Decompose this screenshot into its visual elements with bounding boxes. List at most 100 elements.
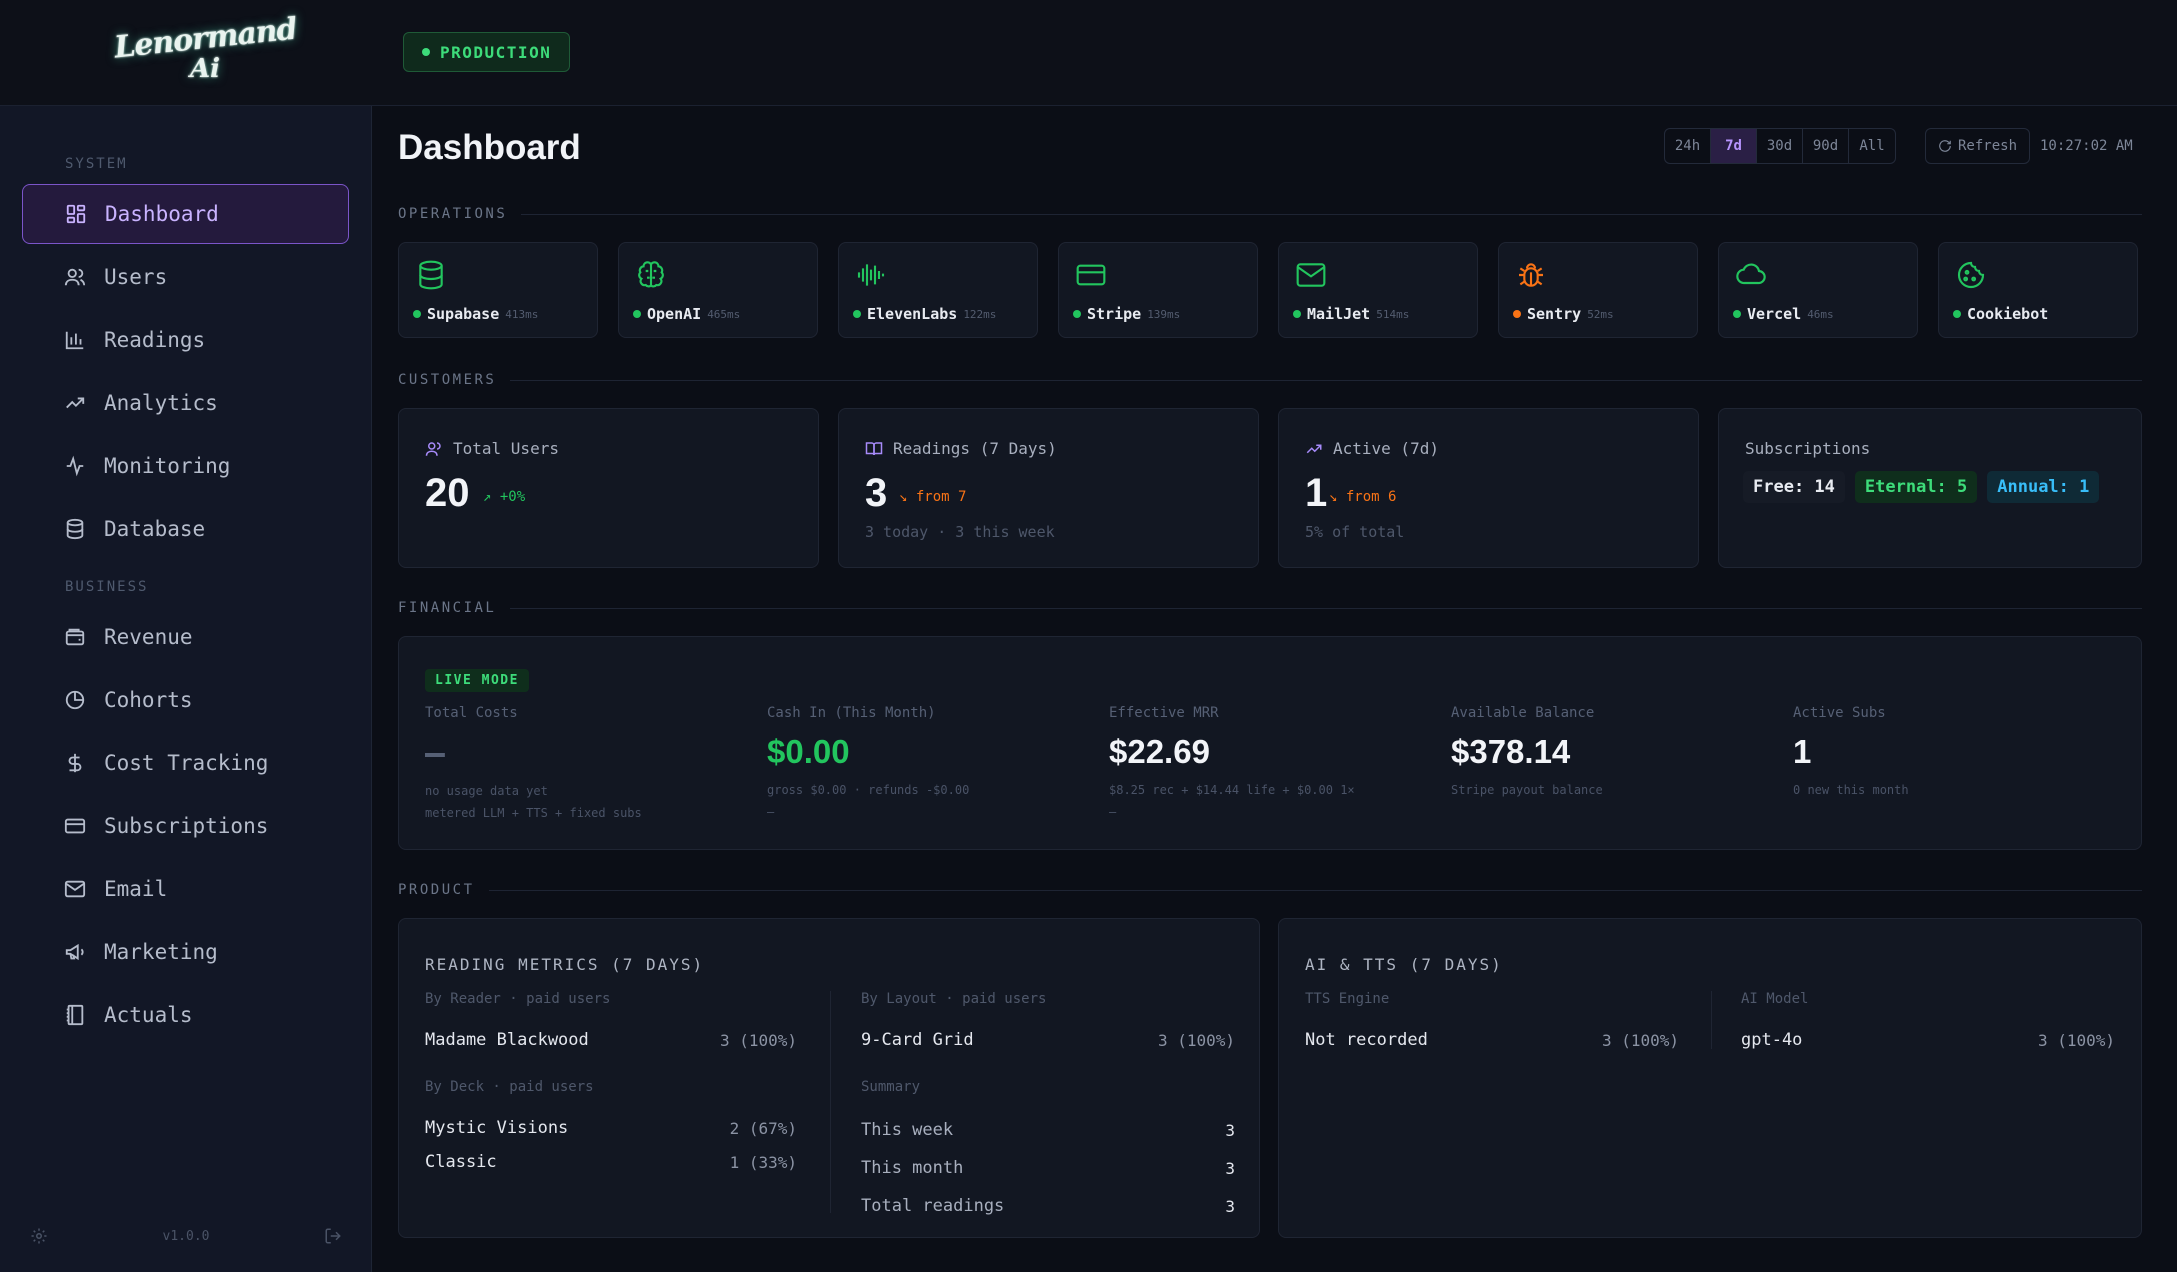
status-dot (1073, 310, 1081, 318)
grid-icon (66, 204, 86, 224)
list-item: Mystic Visions 2 (67%) (425, 1118, 797, 1138)
section-financial: FINANCIAL (398, 600, 2142, 616)
service-card-stripe[interactable]: Stripe 139ms (1058, 242, 1258, 338)
status-dot (1293, 310, 1301, 318)
clock: 10:27:02 AM (2040, 138, 2133, 154)
brand-logo[interactable]: Lenormand Ai (112, 12, 297, 94)
active-delta: ↘ from 6 (1329, 489, 1397, 505)
top-bar: Lenormand Ai PRODUCTION (0, 0, 2177, 106)
by-layout-column: By Layout · paid users 9-Card Grid 3 (100… (861, 991, 1235, 1225)
column-divider (830, 991, 831, 1213)
logout-icon[interactable] (324, 1227, 342, 1245)
sidebar-item-subscriptions[interactable]: Subscriptions (22, 796, 349, 856)
service-card-vercel[interactable]: Vercel 46ms (1718, 242, 1918, 338)
sidebar-item-cost-tracking[interactable]: Cost Tracking (22, 733, 349, 793)
pie-chart-icon (65, 690, 85, 710)
sidebar-item-analytics[interactable]: Analytics (22, 373, 349, 433)
mail-icon (64, 880, 86, 898)
service-card-elevenlabs[interactable]: ElevenLabs 122ms (838, 242, 1038, 338)
column-divider (1711, 991, 1712, 1049)
list-item: Classic 1 (33%) (425, 1152, 797, 1172)
sidebar-item-users[interactable]: Users (22, 247, 349, 307)
credit-card-icon (64, 818, 86, 834)
total-users-value: 20 (425, 471, 470, 515)
sidebar-footer: v1.0.0 (0, 1200, 372, 1272)
sidebar-item-monitoring[interactable]: Monitoring (22, 436, 349, 496)
sidebar-item-readings[interactable]: Readings (22, 310, 349, 370)
users-icon (64, 268, 86, 286)
range-24h[interactable]: 24h (1665, 129, 1711, 163)
active-value: 1 (1305, 471, 1328, 515)
book-open-icon (865, 441, 883, 455)
readings-value: 3 (865, 471, 888, 515)
service-card-supabase[interactable]: Supabase 413ms (398, 242, 598, 338)
wallet-icon (65, 628, 85, 646)
by-reader-column: By Reader · paid users Madame Blackwood 3… (425, 991, 797, 1179)
service-card-mailjet[interactable]: MailJet 514ms (1278, 242, 1478, 338)
cloud-icon (1736, 263, 1766, 285)
status-dot (1733, 310, 1741, 318)
sidebar-item-dashboard[interactable]: Dashboard (22, 184, 349, 244)
trending-up-icon (66, 397, 85, 409)
dollar-icon (68, 753, 82, 773)
live-mode-badge: LIVE MODE (425, 669, 529, 692)
activity-icon (66, 455, 84, 477)
fin-effective-mrr: Effective MRR $22.69 $8.25 rec + $14.44 … (1109, 705, 1355, 819)
database-icon (419, 260, 443, 290)
active-sub: 5% of total (1305, 523, 1405, 541)
page-title: Dashboard (398, 128, 581, 167)
sidebar-section-system: SYSTEM (65, 156, 128, 172)
service-card-openai[interactable]: OpenAI 465ms (618, 242, 818, 338)
free-count-badge: Free: 14 (1743, 471, 1845, 503)
trending-up-icon (1306, 444, 1322, 453)
sidebar-item-marketing[interactable]: Marketing (22, 922, 349, 982)
tts-engine-column: TTS Engine Not recorded 3 (100%) (1305, 991, 1679, 1057)
card-active: Active (7d) 1 ↘ from 6 5% of total (1278, 408, 1699, 568)
fin-available-balance: Available Balance $378.14 Stripe payout … (1451, 705, 1603, 797)
status-dot (633, 310, 641, 318)
card-subscriptions: Subscriptions Free: 14 Eternal: 5 Annual… (1718, 408, 2142, 568)
service-card-sentry[interactable]: Sentry 52ms (1498, 242, 1698, 338)
bar-chart-icon (65, 331, 84, 350)
credit-card-icon (1076, 264, 1106, 286)
refresh-button[interactable]: Refresh (1925, 128, 2031, 164)
sidebar-section-business: BUSINESS (65, 579, 149, 595)
cookie-icon (1957, 261, 1985, 289)
sidebar-item-actuals[interactable]: Actuals (22, 985, 349, 1045)
range-90d[interactable]: 90d (1803, 129, 1849, 163)
sidebar-item-email[interactable]: Email (22, 859, 349, 919)
section-customers: CUSTOMERS (398, 372, 2142, 388)
gear-icon[interactable] (30, 1227, 48, 1245)
card-ai-tts: AI & TTS (7 DAYS) TTS Engine Not recorde… (1278, 918, 2142, 1238)
section-operations: OPERATIONS (398, 206, 2142, 222)
database-icon (66, 518, 84, 540)
status-dot (853, 310, 861, 318)
refresh-icon (1939, 140, 1951, 152)
status-dot (1513, 310, 1521, 318)
environment-badge: PRODUCTION (403, 32, 571, 72)
annual-count-badge: Annual: 1 (1987, 471, 2100, 503)
card-reading-metrics: READING METRICS (7 DAYS) By Reader · pai… (398, 918, 1260, 1238)
status-dot (422, 48, 430, 56)
sidebar-item-revenue[interactable]: Revenue (22, 607, 349, 667)
list-item: gpt-4o 3 (100%) (1741, 1030, 2115, 1050)
fin-cash-in: Cash In (This Month) $0.00 gross $0.00 ·… (767, 705, 970, 819)
readings-delta: ↘ from 7 (899, 489, 967, 505)
list-item: This month 3 (861, 1158, 1235, 1178)
sidebar-item-database[interactable]: Database (22, 499, 349, 559)
mail-icon (1296, 263, 1326, 287)
range-all[interactable]: All (1849, 129, 1895, 163)
range-7d[interactable]: 7d (1711, 129, 1757, 163)
bug-icon (1519, 263, 1543, 287)
notebook-icon (66, 1004, 84, 1026)
service-card-cookiebot[interactable]: Cookiebot (1938, 242, 2138, 338)
range-30d[interactable]: 30d (1757, 129, 1803, 163)
list-item: Total readings 3 (861, 1196, 1235, 1216)
status-dot (1953, 310, 1961, 318)
version-label: v1.0.0 (162, 1228, 210, 1244)
sidebar-item-cohorts[interactable]: Cohorts (22, 670, 349, 730)
list-item: This week 3 (861, 1120, 1235, 1140)
main-content: Dashboard 24h 7d 30d 90d All Refresh 10:… (372, 106, 2177, 1272)
fin-active-subs: Active Subs 1 0 new this month (1793, 705, 1909, 797)
fin-total-costs: Total Costs — no usage data yet metered … (425, 705, 642, 820)
